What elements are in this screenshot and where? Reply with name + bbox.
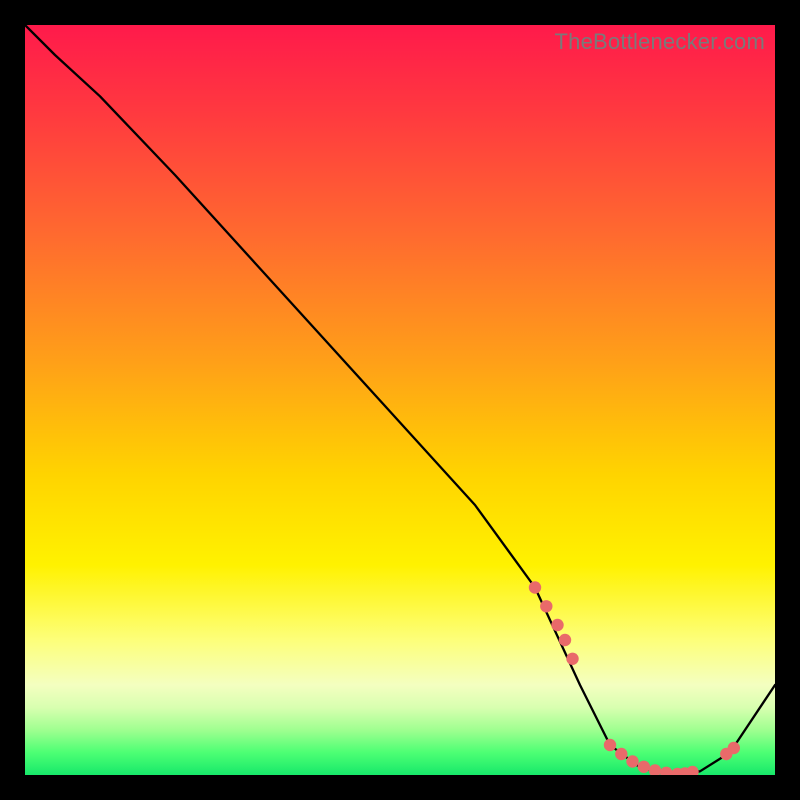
curve-marker bbox=[529, 581, 541, 593]
curve-marker bbox=[604, 739, 616, 751]
curve-marker bbox=[540, 600, 552, 612]
curve-marker bbox=[638, 761, 650, 773]
curve-marker bbox=[686, 766, 698, 775]
curve-marker bbox=[566, 653, 578, 665]
curve-marker bbox=[559, 634, 571, 646]
curve-marker bbox=[728, 742, 740, 754]
curve-marker bbox=[551, 619, 563, 631]
bottleneck-curve bbox=[25, 25, 775, 775]
curve-marker bbox=[649, 764, 661, 775]
chart-frame: TheBottlenecker.com bbox=[0, 0, 800, 800]
curve-marker bbox=[615, 748, 627, 760]
curve-markers bbox=[529, 581, 740, 775]
curve-marker bbox=[626, 755, 638, 767]
chart-plot-area: TheBottlenecker.com bbox=[25, 25, 775, 775]
curve-marker bbox=[660, 767, 672, 775]
curve-line bbox=[25, 25, 775, 775]
